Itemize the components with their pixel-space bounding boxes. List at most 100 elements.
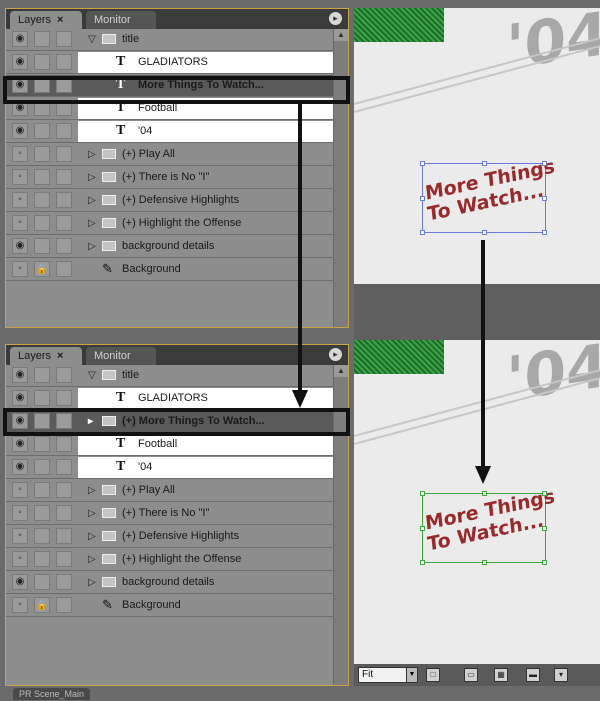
lock-toggle[interactable] (34, 528, 50, 544)
layer-option-toggle[interactable] (56, 367, 72, 383)
eye-icon[interactable]: ◦ (12, 169, 28, 185)
close-icon[interactable]: × (57, 350, 63, 362)
resize-handle[interactable] (542, 491, 547, 496)
lock-toggle[interactable] (34, 459, 50, 475)
panel-menu-icon[interactable]: ▸ (329, 348, 342, 361)
layer-row[interactable]: ◦ ▷ (+) Defensive Highlights (6, 190, 334, 212)
close-icon[interactable]: × (57, 14, 63, 26)
eye-icon[interactable]: ◦ (12, 215, 28, 231)
layer-row[interactable]: ◦ ▷ (+) Defensive Highlights (6, 526, 334, 548)
chevron-right-icon[interactable]: ▷ (88, 236, 96, 257)
lock-toggle[interactable] (34, 482, 50, 498)
eye-icon[interactable]: ◦ (12, 528, 28, 544)
eye-icon[interactable]: ◦ (12, 192, 28, 208)
layer-row[interactable]: ◦ ▷ (+) Play All (6, 144, 334, 166)
chevron-right-icon[interactable]: ▷ (88, 190, 96, 211)
layer-row[interactable]: ◉ ▷ background details (6, 236, 334, 258)
resize-handle[interactable] (420, 230, 425, 235)
resize-handle[interactable] (482, 491, 487, 496)
resize-handle[interactable] (542, 526, 547, 531)
eye-icon[interactable]: ◦ (12, 551, 28, 567)
eye-icon[interactable]: ◦ (12, 261, 28, 277)
layer-row[interactable]: ◉ T '04 (6, 457, 334, 479)
layer-row[interactable]: ◦ ▷ (+) Play All (6, 480, 334, 502)
resize-handle[interactable] (482, 161, 487, 166)
lock-toggle[interactable] (34, 390, 50, 406)
layer-option-toggle[interactable] (56, 597, 72, 613)
resize-handle[interactable] (420, 526, 425, 531)
resize-handle[interactable] (420, 560, 425, 565)
lock-toggle[interactable] (34, 436, 50, 452)
eye-icon[interactable]: ◦ (12, 146, 28, 162)
layer-row[interactable]: ◦ ▷ (+) Highlight the Offense (6, 549, 334, 571)
chevron-right-icon[interactable]: ▷ (88, 549, 96, 570)
eye-icon[interactable]: ◉ (12, 367, 28, 383)
lock-toggle[interactable] (34, 367, 50, 383)
lock-toggle[interactable] (34, 123, 50, 139)
layer-option-toggle[interactable] (56, 215, 72, 231)
resize-handle[interactable] (542, 230, 547, 235)
layer-row[interactable]: ◉ ▷ background details (6, 572, 334, 594)
lock-toggle[interactable] (34, 54, 50, 70)
layer-option-toggle[interactable] (56, 31, 72, 47)
layer-option-toggle[interactable] (56, 192, 72, 208)
layer-option-toggle[interactable] (56, 146, 72, 162)
lock-toggle[interactable] (34, 192, 50, 208)
chevron-right-icon[interactable]: ▷ (88, 572, 96, 593)
panel-menu-icon[interactable]: ▸ (329, 12, 342, 25)
tab-layers[interactable]: Layers × (10, 347, 82, 365)
layer-option-toggle[interactable] (56, 459, 72, 475)
layer-option-toggle[interactable] (56, 123, 72, 139)
layer-row[interactable]: ◦ 🔒 ✎ Background (6, 259, 334, 281)
layer-option-toggle[interactable] (56, 436, 72, 452)
layer-option-toggle[interactable] (56, 390, 72, 406)
resolution-icon[interactable]: □ (426, 668, 440, 682)
layer-option-toggle[interactable] (56, 238, 72, 254)
scroll-up-icon[interactable]: ▲ (334, 365, 348, 377)
resize-handle[interactable] (542, 161, 547, 166)
eye-icon[interactable]: ◉ (12, 459, 28, 475)
resize-handle[interactable] (542, 560, 547, 565)
scroll-up-icon[interactable]: ▲ (334, 29, 348, 41)
layer-option-toggle[interactable] (56, 482, 72, 498)
layer-option-toggle[interactable] (56, 169, 72, 185)
text-bounding-box[interactable]: More Things To Watch... (420, 485, 556, 565)
eye-icon[interactable]: ◦ (12, 505, 28, 521)
chevron-down-icon[interactable]: ▽ (88, 29, 96, 50)
layer-option-toggle[interactable] (56, 54, 72, 70)
layer-row[interactable]: ◦ 🔒 ✎ Background (6, 595, 334, 617)
layer-row[interactable]: ◉ T GLADIATORS (6, 52, 334, 74)
lock-icon[interactable]: 🔒 (34, 597, 50, 613)
eye-icon[interactable]: ◉ (12, 574, 28, 590)
chevron-right-icon[interactable]: ▷ (88, 144, 96, 165)
eye-icon[interactable]: ◉ (12, 436, 28, 452)
layer-row[interactable]: ◉ T '04 (6, 121, 334, 143)
eye-icon[interactable]: ◦ (12, 597, 28, 613)
lock-toggle[interactable] (34, 31, 50, 47)
eye-icon[interactable]: ◉ (12, 54, 28, 70)
chevron-down-icon[interactable]: ▽ (88, 365, 96, 386)
safe-zones-icon[interactable]: ▭ (464, 668, 478, 682)
lock-toggle[interactable] (34, 505, 50, 521)
resize-handle[interactable] (542, 196, 547, 201)
lock-toggle[interactable] (34, 551, 50, 567)
layer-toggle-icon[interactable]: ▬ (526, 668, 540, 682)
eye-icon[interactable]: ◦ (12, 482, 28, 498)
lock-toggle[interactable] (34, 215, 50, 231)
lock-toggle[interactable] (34, 146, 50, 162)
layer-row[interactable]: ◉ ▽ title (6, 365, 334, 387)
resize-handle[interactable] (420, 161, 425, 166)
layer-option-toggle[interactable] (56, 505, 72, 521)
scrollbar[interactable]: ▲ (333, 29, 348, 327)
chevron-right-icon[interactable]: ▷ (88, 526, 96, 547)
layer-row[interactable]: ◦ ▷ (+) There is No "I" (6, 503, 334, 525)
layer-row[interactable]: ◉ ▽ title (6, 29, 334, 51)
lock-icon[interactable]: 🔒 (34, 261, 50, 277)
layer-row[interactable]: ◉ T GLADIATORS (6, 388, 334, 410)
resize-handle[interactable] (420, 491, 425, 496)
chevron-right-icon[interactable]: ▷ (88, 167, 96, 188)
resize-handle[interactable] (482, 230, 487, 235)
tab-monitor[interactable]: Monitor (86, 347, 156, 365)
tab-layers[interactable]: Layers × (10, 11, 82, 29)
resize-handle[interactable] (420, 196, 425, 201)
